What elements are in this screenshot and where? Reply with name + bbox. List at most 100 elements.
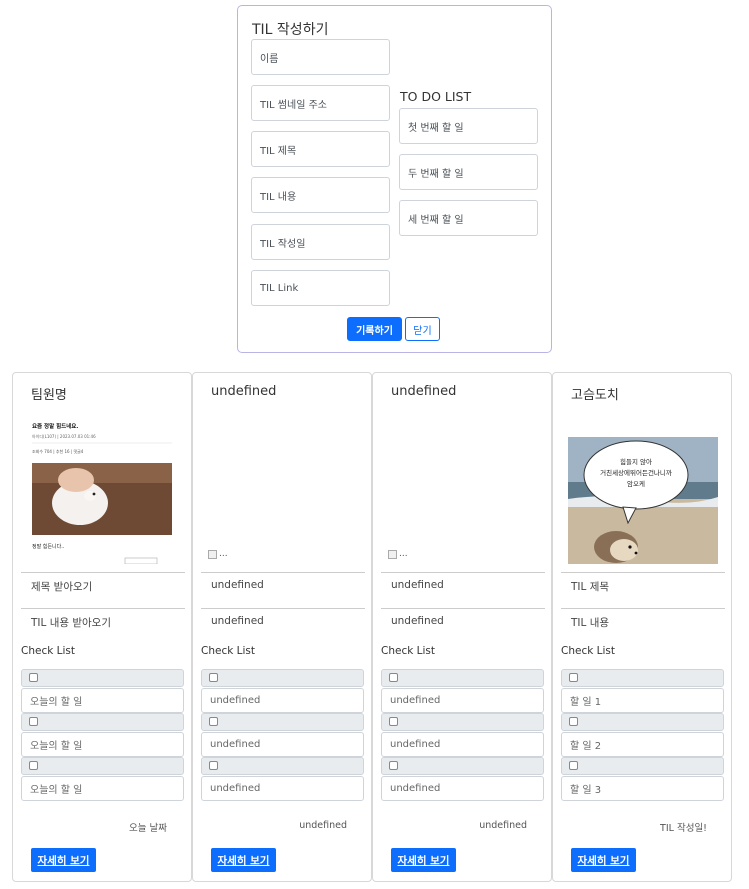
card-til-content: undefined: [211, 615, 264, 627]
task-input[interactable]: 할 일 3: [561, 776, 724, 801]
task-input[interactable]: undefined: [381, 732, 544, 757]
card-til-content: TIL 내용: [571, 617, 610, 629]
thumb-meta: 아이디(L107) | 2023.07.03 01:46: [32, 433, 96, 439]
check-list-label: Check List: [21, 645, 75, 657]
task-checkbox[interactable]: [569, 673, 578, 682]
detail-button[interactable]: 자세히 보기: [211, 848, 276, 872]
thumb-caption: 정말 힘든니다..: [32, 543, 65, 550]
task-checkbox[interactable]: [29, 673, 38, 682]
checkbox-group: [201, 669, 364, 687]
task-checkbox[interactable]: [209, 717, 218, 726]
divider: [561, 608, 725, 609]
divider: [21, 608, 185, 609]
checkbox-group: [21, 713, 184, 731]
til-form-panel: TIL 작성하기 이름 TIL 썸네일 주소 TIL 제목 TIL 내용 TIL…: [237, 5, 552, 353]
divider: [201, 608, 365, 609]
task-input[interactable]: 오늘의 할 일: [21, 732, 184, 757]
card-member-name: undefined: [391, 384, 457, 399]
checkbox-group: [561, 757, 724, 775]
task-input[interactable]: undefined: [201, 688, 364, 713]
card-member-name: undefined: [211, 384, 277, 399]
checkbox-group: [201, 757, 364, 775]
task-input[interactable]: undefined: [381, 776, 544, 801]
checkbox-group: [381, 713, 544, 731]
todo-first-input[interactable]: 첫 번째 할 일: [399, 108, 538, 144]
broken-image-icon: [388, 549, 397, 559]
card-date: undefined: [299, 820, 347, 831]
task-input[interactable]: 오늘의 할 일: [21, 776, 184, 801]
broken-thumbnail: ...: [208, 549, 228, 559]
checkbox-group: [381, 757, 544, 775]
divider: [561, 572, 725, 573]
broken-image-alt: ...: [219, 549, 228, 559]
task-input[interactable]: 오늘의 할 일: [21, 688, 184, 713]
task-checkbox[interactable]: [29, 717, 38, 726]
card-til-title: undefined: [211, 579, 264, 591]
task-input[interactable]: 할 일 1: [561, 688, 724, 713]
detail-button[interactable]: 자세히 보기: [571, 848, 636, 872]
divider: [201, 572, 365, 573]
bubble-line: 힘들지 않아: [620, 457, 652, 466]
checkbox-group: [21, 669, 184, 687]
card-til-title: 제목 받아오기: [31, 581, 93, 593]
card-thumbnail: 힘들지 않아 거친세상에뛰어든건나니까 암오케: [568, 437, 718, 564]
til-content-input[interactable]: TIL 내용: [251, 177, 390, 213]
task-checkbox[interactable]: [569, 761, 578, 770]
task-input[interactable]: 할 일 2: [561, 732, 724, 757]
check-list-label: Check List: [201, 645, 255, 657]
bubble-line: 거친세상에뛰어든건나니까: [600, 468, 672, 477]
card-til-title: undefined: [391, 579, 444, 591]
broken-thumbnail: ...: [388, 549, 408, 559]
task-input[interactable]: undefined: [201, 776, 364, 801]
post-screenshot-image: 요즘 정말 힘드네요. 아이디(L107) | 2023.07.03 01:46…: [28, 418, 176, 564]
task-checkbox[interactable]: [389, 717, 398, 726]
checkbox-group: [21, 757, 184, 775]
card-date: TIL 작성일!: [660, 823, 707, 834]
til-card: undefined ... undefined undefined Check …: [192, 372, 372, 882]
card-til-title: TIL 제목: [571, 581, 610, 593]
checkbox-group: [561, 669, 724, 687]
todo-third-input[interactable]: 세 번째 할 일: [399, 200, 538, 236]
check-list-label: Check List: [381, 645, 435, 657]
divider: [381, 572, 545, 573]
card-member-name: 고슴도치: [571, 388, 619, 403]
checkbox-group: [381, 669, 544, 687]
til-card: undefined ... undefined undefined Check …: [372, 372, 552, 882]
til-link-input[interactable]: TIL Link: [251, 270, 390, 306]
card-date: 오늘 날짜: [129, 823, 167, 834]
detail-button[interactable]: 자세히 보기: [391, 848, 456, 872]
bubble-line: 암오케: [627, 480, 645, 488]
todo-list-heading: TO DO LIST: [400, 89, 472, 104]
task-input[interactable]: undefined: [381, 688, 544, 713]
task-input[interactable]: undefined: [201, 732, 364, 757]
submit-button[interactable]: 기록하기: [347, 317, 402, 341]
close-button[interactable]: 닫기: [405, 317, 440, 341]
checkbox-group: [201, 713, 364, 731]
card-thumbnail: 요즘 정말 힘드네요. 아이디(L107) | 2023.07.03 01:46…: [28, 418, 176, 564]
divider: [381, 608, 545, 609]
broken-image-icon: [208, 549, 217, 559]
thumbnail-url-input[interactable]: TIL 썸네일 주소: [251, 85, 390, 121]
til-date-input[interactable]: TIL 작성일: [251, 224, 390, 260]
til-card: 팀원명 요즘 정말 힘드네요. 아이디(L107) | 2023.07.03 0…: [12, 372, 192, 882]
task-checkbox[interactable]: [389, 761, 398, 770]
todo-second-input[interactable]: 두 번째 할 일: [399, 154, 538, 190]
thumb-stats: 조회수 704 | 추천 16 | 댓글4: [32, 448, 84, 454]
check-list-label: Check List: [561, 645, 615, 657]
card-member-name: 팀원명: [31, 388, 67, 403]
hedgehog-image: 힘들지 않아 거친세상에뛰어든건나니까 암오케: [568, 437, 718, 564]
task-checkbox[interactable]: [389, 673, 398, 682]
task-checkbox[interactable]: [209, 673, 218, 682]
til-title-input[interactable]: TIL 제목: [251, 131, 390, 167]
detail-button[interactable]: 자세히 보기: [31, 848, 96, 872]
til-card: 고슴도치 힘들지 않아 거친세상에뛰어든건나니까 암오케 TIL 제목 TIL …: [552, 372, 732, 882]
name-input[interactable]: 이름: [251, 39, 390, 75]
broken-image-alt: ...: [399, 549, 408, 559]
task-checkbox[interactable]: [569, 717, 578, 726]
task-checkbox[interactable]: [209, 761, 218, 770]
checkbox-group: [561, 713, 724, 731]
card-til-content: undefined: [391, 615, 444, 627]
task-checkbox[interactable]: [29, 761, 38, 770]
thumb-heading: 요즘 정말 힘드네요.: [32, 422, 78, 430]
card-date: undefined: [479, 820, 527, 831]
